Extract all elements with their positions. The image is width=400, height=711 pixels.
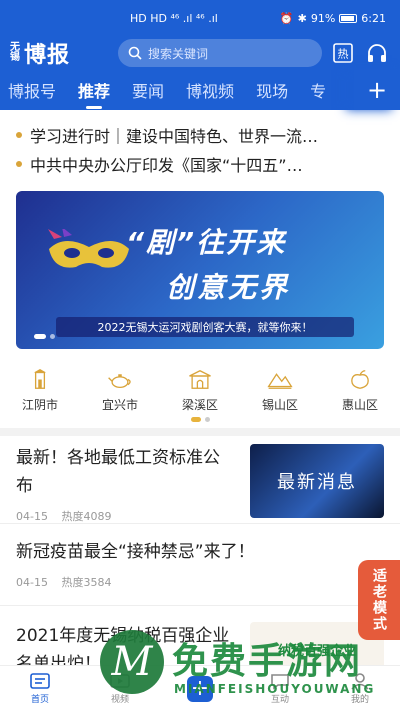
hot-list-button[interactable]: 热 [330, 40, 356, 66]
headline-text: 中共中央办公厅印发《国家“十四五”… [30, 155, 303, 175]
bullet-dot [16, 131, 22, 138]
region-liangxi[interactable]: 梁溪区 [165, 369, 235, 413]
news-date: 04-15 [16, 510, 48, 523]
tab-special[interactable]: 专 [310, 78, 326, 102]
mountain-icon [267, 373, 293, 389]
app-logo: 无锡 博报 [10, 37, 110, 69]
logo-small-text: 无锡 [10, 42, 20, 63]
news-heat: 热度4089 [61, 510, 112, 523]
video-icon [110, 674, 130, 688]
region-xishan[interactable]: 锡山区 [245, 369, 315, 413]
news-heat: 热度3584 [61, 576, 112, 589]
tab-recommend[interactable]: 推荐 [78, 78, 110, 109]
headphones-icon [368, 44, 386, 62]
tab-news[interactable]: 要闻 [132, 78, 164, 102]
alarm-icon: ⏰ [279, 11, 294, 25]
chat-icon [271, 674, 289, 690]
region-label: 锡山区 [261, 398, 298, 412]
news-item[interactable]: 最新！各地最低工资标准公布 04-15 热度4089 最新消息 [0, 436, 400, 524]
tower-icon [33, 369, 47, 389]
banner-subtitle: 创意无界 [166, 271, 291, 304]
headline-text: 学习进行时｜建设中国特色、世界一流… [30, 126, 319, 146]
news-title: 新冠疫苗最全“接种禁忌”来了！ [16, 542, 255, 562]
news-thumbnail: 最新消息 [250, 444, 384, 518]
signal-text: HD HD ⁴⁶ .ıl ⁴⁶ .ıl [130, 11, 218, 25]
svg-text:热: 热 [338, 48, 349, 61]
news-date: 04-15 [16, 576, 48, 589]
add-channel-button[interactable]: + [354, 70, 400, 110]
nav-mine[interactable]: 我的 [330, 672, 390, 705]
carnival-mask-icon [48, 229, 129, 268]
elder-mode-label: 适老模式 [371, 568, 387, 632]
gate-icon [189, 370, 211, 389]
bluetooth-icon: ✱ [297, 11, 307, 25]
news-item[interactable]: 新冠疫苗最全“接种禁忌”来了！ 04-15 热度3584 [0, 524, 400, 606]
tab-video[interactable]: 博视频 [186, 78, 234, 102]
news-title: 最新！各地最低工资标准公布 [16, 448, 220, 496]
clock: 6:21 [361, 11, 386, 25]
logo-big-text: 博报 [24, 42, 71, 68]
region-label: 惠山区 [341, 398, 378, 412]
status-bar: HD HD ⁴⁶ .ıl ⁴⁶ .ıl ⏰ ✱ 91% 6:21 [0, 0, 400, 36]
region-label: 宜兴市 [101, 398, 138, 412]
tab-live[interactable]: 现场 [256, 78, 288, 102]
user-icon [351, 673, 369, 690]
headline-item[interactable]: 学习进行时｜建设中国特色、世界一流… [16, 120, 384, 149]
news-meta: 04-15 热度3584 [16, 574, 384, 590]
nav-label: 首页 [30, 695, 49, 705]
nav-label: 视频 [110, 695, 129, 705]
news-meta: 04-15 热度4089 [16, 508, 236, 524]
headline-list: 学习进行时｜建设中国特色、世界一流… 中共中央办公厅印发《国家“十四五”… [0, 110, 400, 178]
peach-icon [351, 370, 369, 389]
battery-percent: 91% [310, 11, 336, 25]
headline-item[interactable]: 中共中央办公厅印发《国家“十四五”… [16, 149, 384, 178]
tab-bobaohao[interactable]: 博报号 [8, 78, 56, 102]
nav-label: 互动 [270, 695, 289, 705]
nav-label: 我的 [350, 695, 369, 705]
thumbnail-text: 纳税百强企业 [277, 643, 356, 659]
bullet-dot [16, 160, 22, 167]
app-header: HD HD ⁴⁶ .ıl ⁴⁶ .ıl ⏰ ✱ 91% 6:21 无锡 博报 搜… [0, 0, 400, 110]
search-input[interactable]: 搜索关键词 [118, 39, 322, 67]
nav-home[interactable]: 首页 [10, 672, 70, 705]
region-nav: 江阴市 宜兴市 梁溪区 锡山区 惠山区 [0, 349, 400, 413]
listen-button[interactable] [364, 40, 390, 66]
teapot-icon [108, 374, 131, 389]
bottom-nav: 首页 视频 + 互动 我的 [0, 665, 400, 711]
top-bar: 无锡 博报 搜索关键词 热 [0, 36, 400, 70]
banner-caption: 2022无锡大运河戏剧创客大赛，就等你来！ [56, 317, 354, 337]
region-yixing[interactable]: 宜兴市 [85, 369, 155, 413]
elder-mode-button[interactable]: 适老模式 [358, 560, 400, 640]
home-icon [30, 673, 50, 689]
nav-interact[interactable]: 互动 [250, 672, 310, 705]
section-divider [0, 428, 400, 436]
plus-icon: + [366, 76, 388, 104]
signal-indicators: HD HD ⁴⁶ .ıl ⁴⁶ .ıl [130, 12, 218, 25]
battery-icon [339, 13, 358, 23]
region-pager [0, 417, 400, 422]
plus-icon: + [187, 675, 213, 702]
region-label: 江阴市 [21, 398, 58, 412]
thumbnail-text: 最新消息 [277, 472, 357, 493]
nav-video[interactable]: 视频 [90, 672, 150, 705]
region-label: 梁溪区 [181, 398, 218, 412]
search-icon [128, 46, 142, 60]
region-huishan[interactable]: 惠山区 [325, 369, 395, 413]
nav-publish[interactable]: + [170, 675, 230, 702]
hot-icon: 热 [333, 43, 353, 63]
promo-banner[interactable]: “剧”往开来 创意无界 2022无锡大运河戏剧创客大赛，就等你来！ [16, 191, 384, 349]
search-placeholder: 搜索关键词 [148, 46, 209, 61]
banner-pager [34, 334, 55, 339]
channel-tabs: 博报号 推荐 要闻 博视频 现场 专 + [0, 70, 400, 110]
region-jiangyin[interactable]: 江阴市 [5, 369, 75, 413]
banner-title: “剧”往开来 [126, 226, 287, 259]
